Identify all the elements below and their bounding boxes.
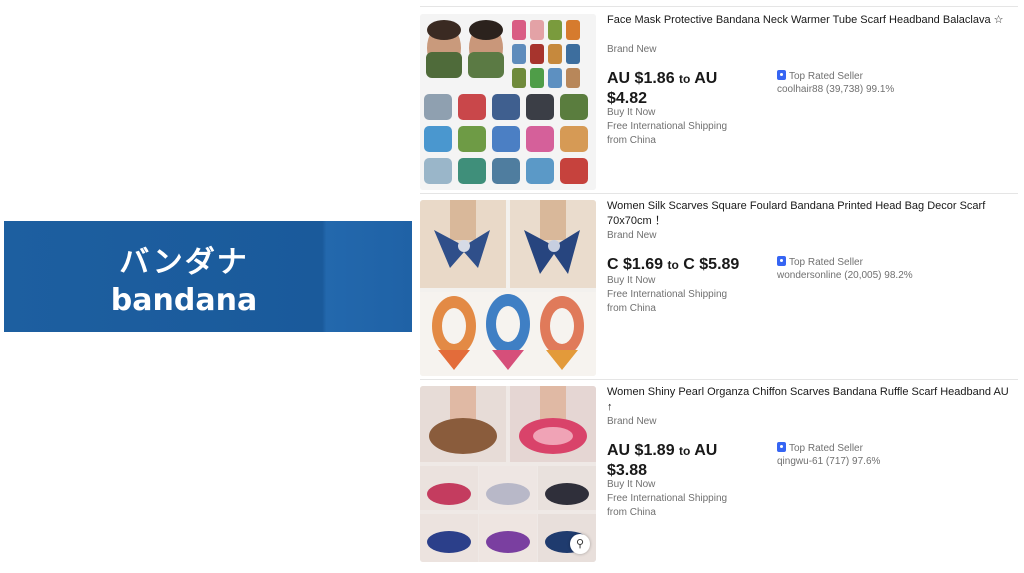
price-to-word: to (679, 72, 691, 86)
price-from: C $1.69 (607, 256, 664, 273)
listing-price: AU $1.89 to AU $3.88 (607, 441, 757, 480)
buy-format: Buy It Now (607, 107, 656, 118)
banner-japanese-word: バンダナ (119, 245, 249, 280)
top-rated-seller-icon (777, 256, 786, 266)
price-from: AU $1.89 (607, 442, 675, 459)
item-origin: from China (607, 507, 656, 518)
shipping-info: Free International Shipping (607, 121, 728, 132)
price-to-word: to (667, 258, 679, 272)
top-rated-seller-icon (777, 70, 786, 80)
listing-condition: Brand New (607, 44, 657, 55)
seller-name-feedback[interactable]: coolhair88 (39,738) 99.1% (777, 83, 894, 96)
product-image-silk-scarves[interactable] (420, 200, 596, 376)
seller-badge-label: Top Rated Seller (789, 71, 863, 82)
seller-badge-label: Top Rated Seller (789, 257, 863, 268)
product-image-neck-gaiters[interactable] (420, 14, 596, 190)
seller-badge-label: Top Rated Seller (789, 443, 863, 454)
listing-meta: Buy It Now Free International Shipping f… (607, 478, 727, 520)
seller-info: Top Rated Seller wondersonline (20,005) … (777, 256, 913, 282)
price-to: C $5.89 (683, 256, 740, 273)
listing-condition: Brand New (607, 230, 657, 241)
keyword-banner: バンダナ bandana (4, 221, 412, 332)
top-divider (420, 6, 1018, 7)
seller-name-feedback[interactable]: wondersonline (20,005) 98.2% (777, 269, 913, 282)
product-image-organza-scarves[interactable]: ⚲ (420, 386, 596, 562)
price-from: AU $1.86 (607, 70, 675, 87)
listing-meta: Buy It Now Free International Shipping f… (607, 274, 727, 316)
seller-name-feedback[interactable]: qingwu-61 (717) 97.6% (777, 455, 880, 468)
seller-info: Top Rated Seller qingwu-61 (717) 97.6% (777, 442, 880, 468)
seller-info: Top Rated Seller coolhair88 (39,738) 99.… (777, 70, 894, 96)
listing-price: AU $1.86 to AU $4.82 (607, 69, 757, 108)
item-origin: from China (607, 135, 656, 146)
buy-format: Buy It Now (607, 479, 656, 490)
listing-card[interactable]: ⚲ Women Shiny Pearl Organza Chiffon Scar… (420, 380, 1018, 566)
shipping-info: Free International Shipping (607, 289, 728, 300)
magnify-icon[interactable]: ⚲ (570, 534, 590, 554)
price-to-word: to (679, 444, 691, 458)
listing-card[interactable]: Face Mask Protective Bandana Neck Warmer… (420, 8, 1018, 194)
listing-title[interactable]: Face Mask Protective Bandana Neck Warmer… (607, 13, 1017, 28)
listing-card[interactable]: Women Silk Scarves Square Foulard Bandan… (420, 194, 1018, 380)
banner-english-word: bandana (110, 283, 258, 318)
listing-title[interactable]: Women Silk Scarves Square Foulard Bandan… (607, 199, 1017, 229)
listing-title[interactable]: Women Shiny Pearl Organza Chiffon Scarve… (607, 385, 1017, 415)
shipping-info: Free International Shipping (607, 493, 728, 504)
listing-meta: Buy It Now Free International Shipping f… (607, 106, 727, 148)
listing-condition: Brand New (607, 416, 657, 427)
item-origin: from China (607, 303, 656, 314)
top-rated-seller-icon (777, 442, 786, 452)
buy-format: Buy It Now (607, 275, 656, 286)
